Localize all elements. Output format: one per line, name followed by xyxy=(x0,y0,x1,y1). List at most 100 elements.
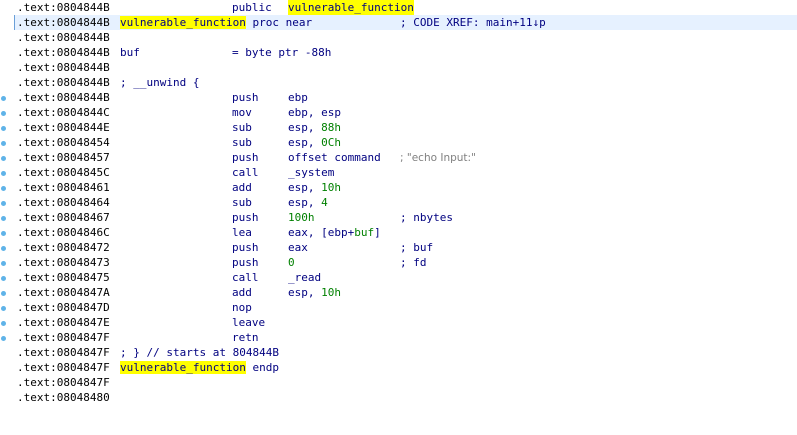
listing-line[interactable]: .text:0804846C lea eax, [ebp+buf] xyxy=(14,225,797,240)
address: .text:0804844B xyxy=(17,31,110,44)
flow-marker-dot xyxy=(1,216,6,221)
listing-line[interactable]: .text:08048472 push eax ; buf xyxy=(14,240,797,255)
breakpoint-gutter[interactable] xyxy=(0,0,14,408)
operands: esp, 10h xyxy=(288,181,341,194)
flow-marker-dot xyxy=(1,291,6,296)
listing-line[interactable]: .text:0804845C call _system xyxy=(14,165,797,180)
disassembly-listing[interactable]: .text:0804844B public vulnerable_functio… xyxy=(14,0,797,405)
listing-line-current[interactable]: .text:0804844B vulnerable_function proc … xyxy=(14,15,797,30)
operands: esp, 88h xyxy=(288,121,341,134)
flow-marker-dot xyxy=(1,96,6,101)
arg-comment: ; buf xyxy=(400,241,434,254)
address: .text:0804844B xyxy=(17,91,110,104)
unwind-comment: ; } // starts at 804844B xyxy=(120,346,279,359)
mnemonic: sub xyxy=(232,196,252,209)
address: .text:08048461 xyxy=(17,181,110,194)
address: .text:0804844C xyxy=(17,106,110,119)
operands: esp, 10h xyxy=(288,286,341,299)
mnemonic: mov xyxy=(232,106,252,119)
address: .text:0804847E xyxy=(17,316,110,329)
xref-comment[interactable]: ; CODE XREF: main+11↓p xyxy=(400,15,546,30)
mnemonic: push xyxy=(232,256,259,269)
listing-line[interactable]: .text:0804847A add esp, 10h xyxy=(14,285,797,300)
mnemonic: sub xyxy=(232,136,252,149)
listing-line[interactable]: .text:0804844B buf = byte ptr -88h xyxy=(14,45,797,60)
listing-line[interactable]: .text:0804844C mov ebp, esp xyxy=(14,105,797,120)
listing-line[interactable]: .text:08048480 xyxy=(14,390,797,405)
listing-line[interactable]: .text:0804844B xyxy=(14,30,797,45)
flow-marker-dot xyxy=(1,201,6,206)
listing-line[interactable]: .text:08048473 push 0 ; fd xyxy=(14,255,797,270)
address: .text:0804844B xyxy=(17,46,110,59)
mnemonic: push xyxy=(232,211,259,224)
proc-label: vulnerable_function proc near xyxy=(120,15,312,30)
mnemonic: retn xyxy=(232,331,259,344)
address: .text:0804847F xyxy=(17,376,110,389)
listing-line[interactable]: .text:0804847F ; } // starts at 804844B xyxy=(14,345,797,360)
listing-line[interactable]: .text:0804844B xyxy=(14,60,797,75)
listing-line[interactable]: .text:0804847F vulnerable_function endp xyxy=(14,360,797,375)
stack-var-name[interactable]: buf xyxy=(120,45,140,60)
flow-marker-dot xyxy=(1,156,6,161)
listing-line[interactable]: .text:0804847F retn xyxy=(14,330,797,345)
function-name-ref[interactable]: vulnerable_function xyxy=(288,0,414,15)
unwind-comment: ; __unwind { xyxy=(120,76,200,89)
call-target[interactable]: _read xyxy=(288,270,321,285)
function-name-ref[interactable]: vulnerable_function xyxy=(120,16,246,29)
listing-line[interactable]: .text:08048464 sub esp, 4 xyxy=(14,195,797,210)
function-name-ref[interactable]: vulnerable_function xyxy=(120,361,246,374)
listing-line[interactable]: .text:08048475 call _read xyxy=(14,270,797,285)
operands: esp, 0Ch xyxy=(288,136,341,149)
mnemonic: sub xyxy=(232,121,252,134)
listing-line[interactable]: .text:0804844E sub esp, 88h xyxy=(14,120,797,135)
listing-line[interactable]: .text:08048457 push offset command ; "ec… xyxy=(14,150,797,165)
mnemonic: leave xyxy=(232,316,266,329)
address: .text:0804847F xyxy=(17,346,110,359)
listing-line[interactable]: .text:0804844B ; __unwind { xyxy=(14,75,797,90)
mnemonic: push xyxy=(232,91,259,104)
arg-comment: ; fd xyxy=(400,256,427,269)
address: .text:0804847F xyxy=(17,331,110,344)
listing-line[interactable]: .text:0804847E leave xyxy=(14,315,797,330)
listing-line[interactable]: .text:0804847F xyxy=(14,375,797,390)
proc-keyword: proc near xyxy=(245,16,313,29)
endp-keyword: endp xyxy=(245,361,279,374)
address: .text:08048472 xyxy=(17,241,110,254)
listing-line[interactable]: .text:0804844B push ebp xyxy=(14,90,797,105)
stack-var-def: = byte ptr -88h xyxy=(232,46,332,59)
flow-marker-dot xyxy=(1,111,6,116)
listing-line[interactable]: .text:08048454 sub esp, 0Ch xyxy=(14,135,797,150)
flow-marker-dot xyxy=(1,261,6,266)
address: .text:0804845C xyxy=(17,166,110,179)
listing-line[interactable]: .text:08048467 push 100h ; nbytes xyxy=(14,210,797,225)
operands: eax, [ebp+buf] xyxy=(288,226,381,239)
address: .text:0804844B xyxy=(17,16,110,29)
flow-marker-dot xyxy=(1,141,6,146)
operands: eax xyxy=(288,241,308,254)
flow-marker-dot xyxy=(1,336,6,341)
address: .text:0804846C xyxy=(17,226,110,239)
operands: ebp xyxy=(288,91,308,104)
address: .text:0804844B xyxy=(17,61,110,74)
mnemonic: add xyxy=(232,181,252,194)
operands[interactable]: offset command xyxy=(288,150,381,165)
operands: 0 xyxy=(288,256,295,269)
listing-line[interactable]: .text:0804847D nop xyxy=(14,300,797,315)
listing-line[interactable]: .text:08048461 add esp, 10h xyxy=(14,180,797,195)
arg-comment: ; nbytes xyxy=(400,211,453,224)
flow-marker-dot xyxy=(1,186,6,191)
address: .text:0804847D xyxy=(17,301,110,314)
address: .text:0804847F xyxy=(17,361,110,374)
call-target[interactable]: _system xyxy=(288,165,334,180)
mnemonic: call xyxy=(232,166,259,179)
flow-marker-dot xyxy=(1,306,6,311)
address: .text:0804844E xyxy=(17,121,110,134)
address: .text:0804847A xyxy=(17,286,110,299)
address: .text:0804844B xyxy=(17,76,110,89)
listing-line[interactable]: .text:0804844B public vulnerable_functio… xyxy=(14,0,797,15)
directive: public xyxy=(232,1,272,14)
address: .text:08048480 xyxy=(17,391,110,404)
flow-marker-dot xyxy=(1,246,6,251)
operands: 100h xyxy=(288,211,315,224)
address: .text:08048464 xyxy=(17,196,110,209)
